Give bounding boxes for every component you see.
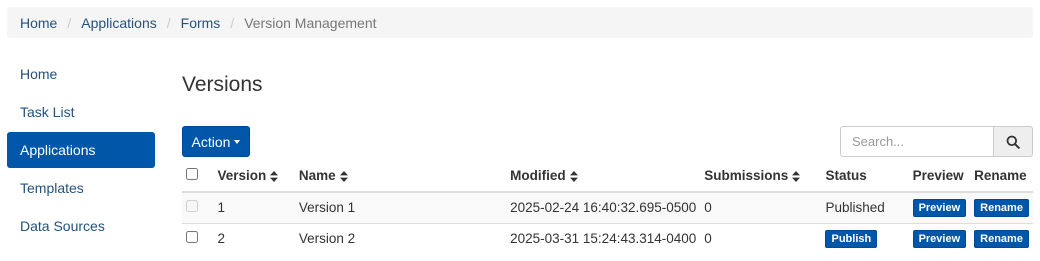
name-cell: Version 1: [294, 191, 507, 223]
version-cell: 2: [213, 222, 295, 254]
breadcrumb-separator: /: [166, 14, 171, 31]
breadcrumb-separator: /: [230, 14, 235, 31]
search-input[interactable]: [840, 126, 993, 157]
modified-cell: 2025-03-31 15:24:43.314-0400: [506, 222, 701, 254]
sidebar-nav: Home Task List Applications Templates Da…: [7, 56, 155, 246]
column-header-submissions-label: Submissions: [704, 168, 789, 183]
row-select-cell: [182, 222, 214, 254]
preview-button[interactable]: Preview: [912, 229, 967, 248]
column-header-version-label: Version: [217, 168, 267, 183]
breadcrumb-applications-link[interactable]: Applications: [81, 15, 157, 31]
action-button-label: Action: [191, 133, 231, 150]
name-cell: Version 2: [294, 222, 507, 254]
sort-icon: [792, 170, 801, 182]
caret-down-icon: [234, 139, 241, 144]
breadcrumb-forms-link[interactable]: Forms: [181, 15, 221, 31]
rename-cell: Rename: [970, 222, 1033, 254]
table-row: 1 Version 1 2025-02-24 16:40:32.695-0500…: [182, 191, 1033, 223]
column-header-version[interactable]: Version: [213, 160, 295, 193]
submissions-cell: 0: [700, 191, 822, 223]
status-cell: Publish: [821, 222, 909, 254]
breadcrumb-separator: /: [67, 14, 72, 31]
column-header-modified[interactable]: Modified: [506, 160, 701, 193]
modified-cell: 2025-02-24 16:40:32.695-0500: [506, 191, 701, 223]
column-header-preview: Preview: [908, 160, 971, 193]
search-group: [840, 126, 1033, 157]
rename-button[interactable]: Rename: [974, 198, 1029, 217]
search-icon: [1006, 135, 1020, 149]
row-select-cell: [182, 191, 214, 223]
preview-cell: Preview: [908, 191, 971, 223]
column-header-modified-label: Modified: [510, 168, 566, 183]
row-checkbox: [186, 200, 198, 213]
row-checkbox[interactable]: [186, 231, 198, 244]
column-header-name-label: Name: [298, 168, 336, 183]
sort-icon: [569, 170, 578, 182]
preview-button[interactable]: Preview: [912, 198, 967, 217]
column-header-rename: Rename: [970, 160, 1033, 193]
publish-button[interactable]: Publish: [825, 229, 878, 248]
breadcrumb-home-link[interactable]: Home: [20, 15, 57, 31]
breadcrumb-current: Version Management: [244, 14, 377, 31]
select-all-checkbox[interactable]: [186, 168, 198, 180]
version-cell: 1: [213, 191, 295, 223]
sidebar-item-task-list[interactable]: Task List: [7, 94, 155, 130]
preview-cell: Preview: [908, 222, 971, 254]
page-title: Versions: [182, 73, 263, 96]
rename-button[interactable]: Rename: [974, 229, 1029, 248]
status-cell: Published: [821, 191, 909, 223]
breadcrumb: Home / Applications / Forms / Version Ma…: [7, 7, 1033, 38]
sidebar-item-data-sources[interactable]: Data Sources: [7, 208, 155, 244]
table-header-row: Version Name Modified Submissions Status…: [182, 160, 1033, 193]
versions-table: Version Name Modified Submissions Status…: [182, 160, 1033, 254]
sidebar-item-applications[interactable]: Applications: [7, 132, 155, 168]
sort-icon: [339, 170, 348, 182]
table-row: 2 Version 2 2025-03-31 15:24:43.314-0400…: [182, 222, 1033, 254]
sidebar-item-templates[interactable]: Templates: [7, 170, 155, 206]
search-button[interactable]: [993, 126, 1033, 157]
rename-cell: Rename: [970, 191, 1033, 223]
select-all-cell: [182, 160, 214, 193]
sort-icon: [270, 170, 279, 182]
column-header-submissions[interactable]: Submissions: [700, 160, 822, 193]
column-header-name[interactable]: Name: [294, 160, 507, 193]
sidebar-item-home[interactable]: Home: [7, 56, 155, 92]
action-dropdown-button[interactable]: Action: [182, 126, 250, 157]
column-header-status: Status: [821, 160, 909, 193]
submissions-cell: 0: [700, 222, 822, 254]
